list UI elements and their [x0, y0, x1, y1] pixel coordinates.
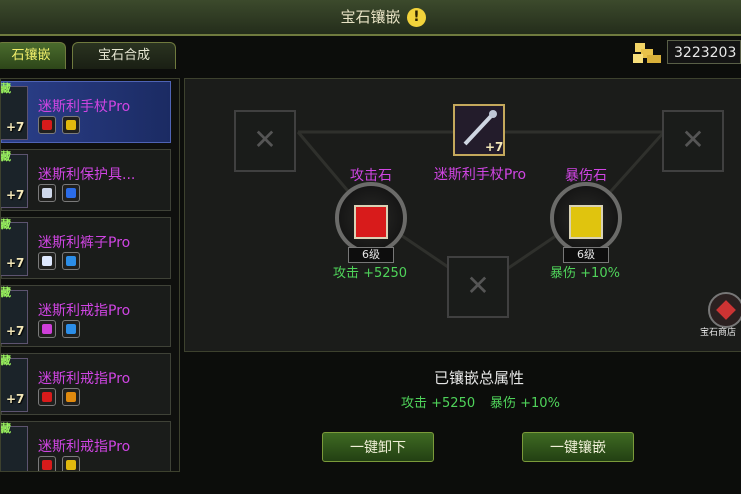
equipment-name: 迷斯利保护具... [38, 167, 136, 183]
empty-gem-slot[interactable]: ✕ [447, 256, 509, 318]
info-icon[interactable]: ! [407, 8, 426, 27]
gem-slot-icon [38, 456, 56, 471]
total-attack: 攻击 +5250 [401, 396, 476, 411]
total-crit: 暴伤 +10% [490, 396, 560, 411]
total-attributes-title: 已镶嵌总属性 [433, 369, 524, 387]
gem-slot-icon [62, 116, 80, 134]
close-icon: ✕ [253, 123, 277, 156]
gem-shop-label[interactable]: 宝石商店 [700, 325, 741, 338]
equipment-name: 迷斯利裤子Pro [38, 235, 131, 251]
gem-stat-attack: 攻击 +5250 [332, 266, 408, 281]
equipment-name: 迷斯利戒指Pro [38, 371, 131, 387]
gold-amount: 3223203 [667, 40, 741, 64]
equipment-name: 迷斯利戒指Pro [38, 303, 131, 319]
equipment-item[interactable]: 藏 +7 迷斯利裤子Pro [1, 217, 171, 279]
gem-shop-icon[interactable] [708, 292, 741, 328]
gem-slot-icon [38, 252, 56, 270]
window-title: 宝石镶嵌 [340, 8, 401, 26]
equipment-level: +7 [485, 140, 504, 154]
equipment-tag: 藏 [0, 150, 11, 163]
empty-gem-slot[interactable]: ✕ [234, 110, 296, 172]
equipment-item[interactable]: 藏 +7 迷斯利手杖Pro [1, 81, 171, 143]
equipment-item[interactable]: 藏 +7 迷斯利戒指Pro [1, 285, 171, 347]
empty-gem-slot[interactable]: ✕ [662, 110, 724, 172]
equipment-tag: 藏 [0, 82, 11, 95]
selected-equipment-name: 迷斯利手杖Pro [433, 167, 527, 183]
close-icon: ✕ [466, 269, 490, 302]
equipment-tag: 藏 [0, 286, 11, 299]
gem-slot-icon [62, 252, 80, 270]
equipment-item[interactable]: 藏 +7 迷斯利保护具... [1, 149, 171, 211]
equipment-level: +7 [6, 188, 25, 202]
attack-gem-icon [354, 205, 388, 239]
equipment-level: +7 [6, 392, 25, 406]
gem-slot-icon [38, 388, 56, 406]
equipment-name: 迷斯利戒指Pro [38, 439, 131, 455]
gem-slot-icon [62, 184, 80, 202]
equipment-item[interactable]: 藏 迷斯利戒指Pro [0, 421, 171, 471]
equipment-list[interactable]: 藏 +7 迷斯利手杖Pro 藏 +7 迷斯利保护具... 藏 +7 迷斯利裤子P… [0, 78, 180, 472]
gem-slot-icon [38, 320, 56, 338]
gem-slot-icon [62, 388, 80, 406]
equipment-name: 迷斯利手杖Pro [38, 99, 131, 115]
equipment-tag: 藏 [0, 354, 11, 367]
equipment-level: +7 [6, 324, 25, 338]
tab-gem-synthesis[interactable]: 宝石合成 [72, 42, 176, 69]
equipment-tag: 藏 [0, 218, 11, 231]
tab-gem-inlay[interactable]: 石镶嵌 [0, 42, 66, 69]
equipment-level: +7 [6, 120, 25, 134]
equipment-tag: 藏 [0, 422, 11, 435]
title-bar: 宝石镶嵌 ! [0, 0, 741, 36]
equipment-item[interactable]: 藏 +7 迷斯利戒指Pro [1, 353, 171, 415]
gem-slot-icon [62, 320, 80, 338]
gold-ingot-icon [633, 43, 661, 63]
close-icon: ✕ [681, 123, 705, 156]
gem-level: 6级 [563, 247, 609, 263]
gem-level: 6级 [348, 247, 394, 263]
crit-gem-icon [569, 205, 603, 239]
gem-slot-icon [62, 456, 80, 471]
gem-slot-icon [38, 184, 56, 202]
gem-stat-crit: 暴伤 +10% [550, 266, 620, 281]
equipment-level: +7 [6, 256, 25, 270]
mount-all-button[interactable]: 一键镶嵌 [522, 432, 634, 462]
gem-slot-icon [38, 116, 56, 134]
unmount-all-button[interactable]: 一键卸下 [322, 432, 434, 462]
